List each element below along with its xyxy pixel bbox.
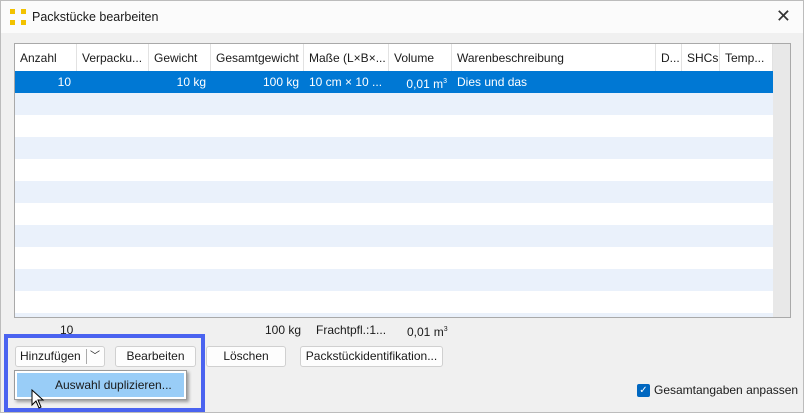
table-header: Anzahl Verpacku... Gewicht Gesamtgewicht…: [15, 44, 773, 71]
col-gesamtgewicht[interactable]: Gesamtgewicht: [211, 44, 304, 71]
adjust-totals-label[interactable]: Gesamtangaben anpassen: [654, 383, 798, 397]
empty-row: [15, 313, 773, 317]
delete-button[interactable]: Löschen: [206, 346, 286, 367]
col-verpackung[interactable]: Verpacku...: [77, 44, 149, 71]
col-d[interactable]: D...: [656, 44, 682, 71]
col-shcs[interactable]: SHCs: [682, 44, 720, 71]
cell-volume: 0,01 m3: [389, 71, 452, 93]
adjust-totals-checkbox[interactable]: ✓: [637, 384, 650, 397]
app-logo-icon: [10, 9, 26, 25]
col-anzahl[interactable]: Anzahl: [15, 44, 77, 71]
volume-unit-exp: 3: [443, 78, 447, 85]
cell-gewicht: 10 kg: [176, 75, 206, 89]
empty-row: [15, 181, 773, 203]
window-title: Packstücke bearbeiten: [32, 10, 159, 24]
packages-table: Anzahl Verpacku... Gewicht Gesamtgewicht…: [14, 43, 791, 318]
cell-anzahl: 10: [57, 75, 71, 89]
title-bar: Packstücke bearbeiten ✕: [1, 1, 803, 33]
cell-verpackung: [77, 71, 149, 93]
total-gesamtgewicht: 100 kg: [265, 323, 302, 337]
col-temp[interactable]: Temp...: [720, 44, 773, 71]
empty-row: [15, 269, 773, 291]
empty-row: [15, 93, 773, 115]
dialog-window: Packstücke bearbeiten ✕ Anzahl Verpacku.…: [0, 0, 804, 413]
table-row[interactable]: 10 10 kg 100 kg 10 cm × 10 ... 0,01 m3 D…: [15, 71, 773, 93]
total-volume-exp: 3: [443, 326, 448, 333]
empty-row: [15, 137, 773, 159]
col-masse[interactable]: Maße (L×B×...: [304, 44, 389, 71]
col-gewicht[interactable]: Gewicht: [149, 44, 211, 71]
scrollbar[interactable]: [773, 44, 790, 317]
col-warenbeschreibung[interactable]: Warenbeschreibung: [452, 44, 656, 71]
close-icon[interactable]: ✕: [776, 6, 791, 27]
total-volume: 0,01 m3: [407, 323, 448, 339]
cell-beschreibung: Dies und das: [457, 75, 528, 89]
empty-row: [15, 225, 773, 247]
col-volume[interactable]: Volume: [389, 44, 452, 71]
cell-gesamtgewicht: 100 kg: [262, 75, 299, 89]
package-identification-button[interactable]: Packstückidentifikation...: [300, 346, 443, 367]
volume-value: 0,01 m: [406, 77, 444, 91]
cell-masse: 10 cm × 10 ...: [309, 75, 383, 89]
mouse-cursor-icon: [31, 389, 45, 409]
total-frachtpfl: Frachtpfl.:1...: [316, 323, 387, 337]
total-volume-value: 0,01 m: [407, 325, 444, 339]
